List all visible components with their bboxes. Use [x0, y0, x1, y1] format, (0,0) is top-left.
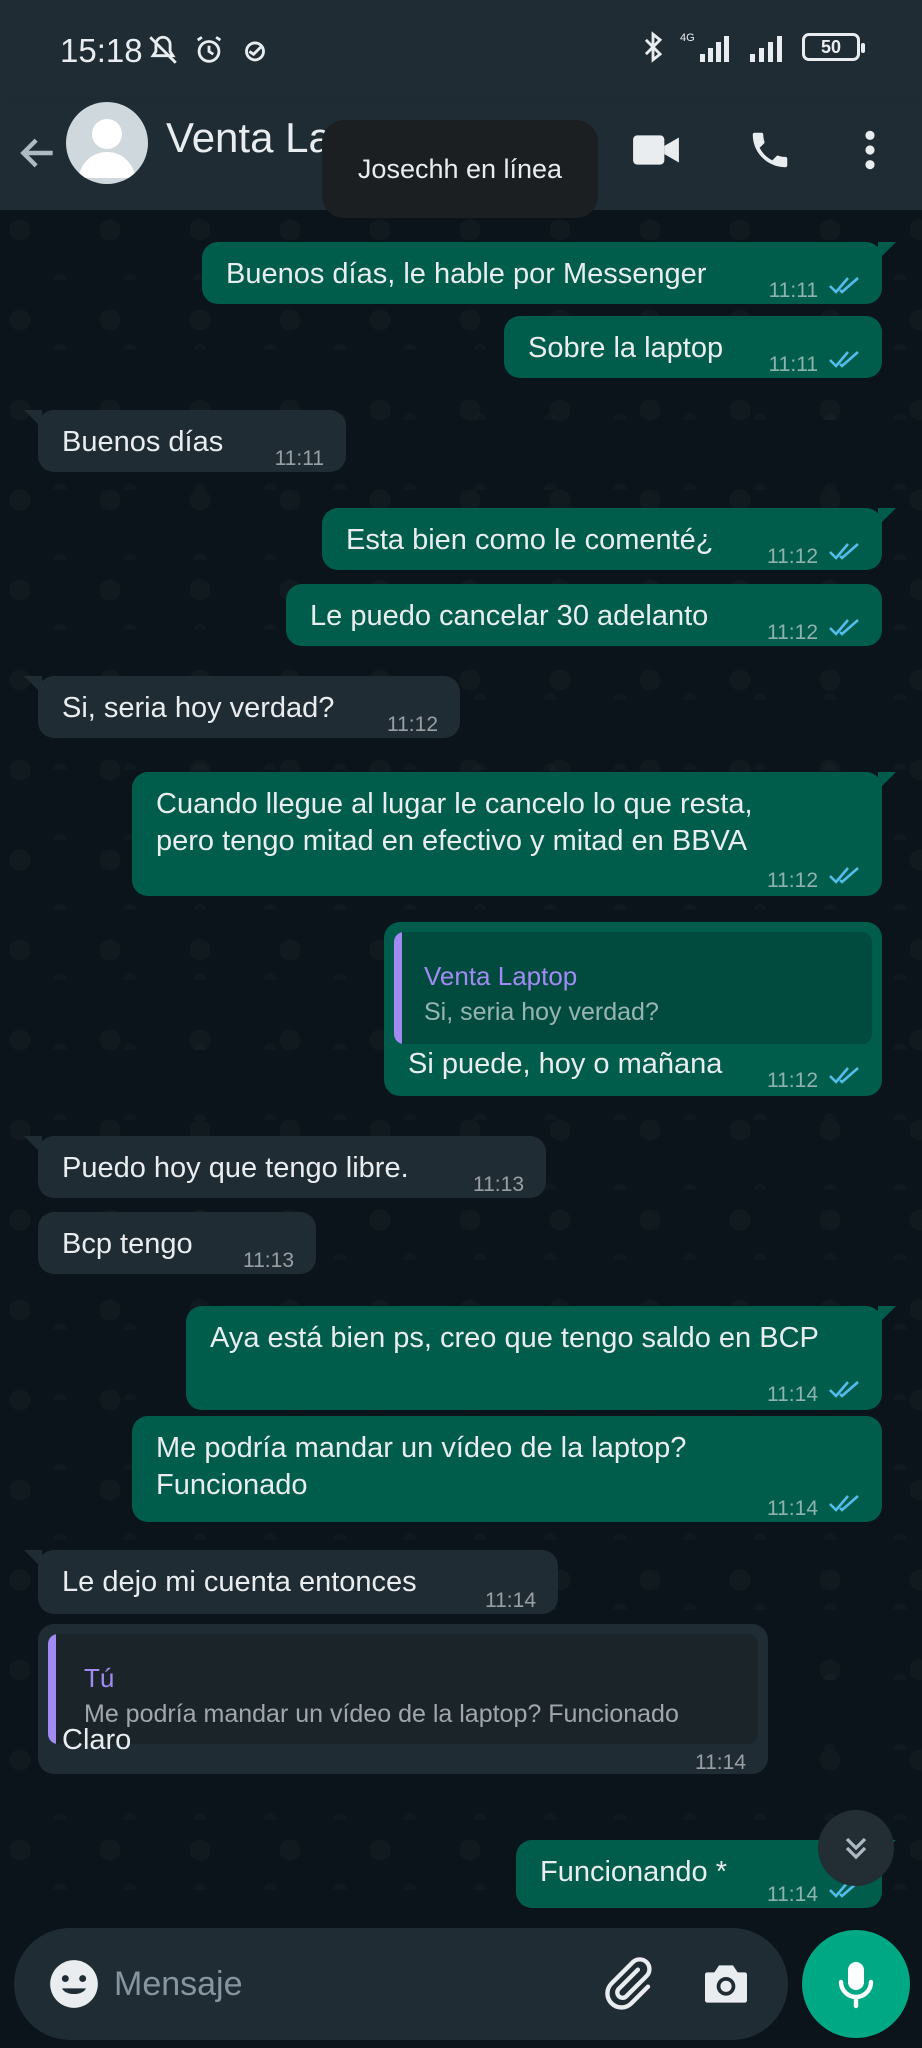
quoted-message[interactable]: Venta Laptop Si, seria hoy verdad? — [394, 932, 872, 1044]
read-ticks-icon — [829, 1495, 859, 1512]
bluetooth-icon — [644, 31, 663, 63]
chat-area[interactable]: Buenos días, le hable por Messenger 11:1… — [0, 210, 922, 1920]
message-outgoing-reply[interactable]: Venta Laptop Si, seria hoy verdad? Si pu… — [384, 922, 882, 1096]
message-time: 11:12 — [387, 713, 438, 736]
quote-author: Venta Laptop — [424, 961, 578, 991]
read-ticks-icon — [829, 277, 859, 294]
read-ticks-icon — [829, 351, 859, 368]
message-input[interactable] — [114, 1954, 594, 2014]
quote-text: Me podría mandar un vídeo de la laptop? … — [84, 1700, 679, 1728]
message-incoming[interactable]: Bcp tengo 11:13 — [38, 1212, 316, 1274]
read-ticks-icon — [829, 867, 859, 884]
avatar[interactable] — [66, 102, 148, 184]
message-incoming-reply[interactable]: Tú Me podría mandar un vídeo de la lapto… — [38, 1624, 768, 1774]
message-text: Cuando llegue al lugar le cancelo lo que… — [156, 788, 753, 857]
message-outgoing[interactable]: Sobre la laptop 11:11 — [504, 316, 882, 378]
message-incoming[interactable]: Buenos días 11:11 — [24, 410, 346, 472]
emoji-icon[interactable] — [48, 1958, 100, 2010]
message-time: 11:13 — [473, 1173, 524, 1196]
voice-call-button[interactable] — [742, 122, 798, 178]
message-time: 11:14 — [767, 1383, 818, 1406]
more-options-icon — [865, 130, 875, 170]
quote-author: Tú — [84, 1663, 115, 1693]
message-text: Claro — [62, 1724, 132, 1756]
message-outgoing[interactable]: Buenos días, le hable por Messenger 11:1… — [202, 242, 896, 304]
phone-icon — [752, 132, 788, 168]
status-time: 15:18 — [60, 32, 143, 69]
message-text: Aya está bien ps, creo que tengo saldo e… — [210, 1322, 819, 1354]
message-time: 11:12 — [767, 545, 818, 568]
read-ticks-icon — [829, 619, 859, 636]
composer-bar — [0, 1920, 922, 2048]
status-bar: 15:18 4G 50 — [0, 0, 922, 100]
message-text: Buenos días — [62, 426, 224, 458]
online-toast: Josechh en línea — [322, 120, 598, 218]
message-time: 11:12 — [767, 621, 818, 644]
message-text: Sobre la laptop — [528, 332, 724, 364]
message-time: 11:14 — [767, 1883, 818, 1906]
message-time: 11:11 — [768, 279, 818, 302]
signal-4g-icon: 4G — [680, 32, 729, 62]
message-text: Esta bien como le comenté¿ — [346, 524, 714, 556]
mic-icon — [838, 1962, 874, 2009]
more-options-button[interactable] — [842, 122, 898, 178]
read-ticks-icon — [829, 543, 859, 560]
message-time: 11:14 — [767, 1497, 818, 1520]
message-composer — [14, 1928, 788, 2040]
voice-record-button[interactable] — [802, 1930, 910, 2038]
message-time: 11:14 — [695, 1751, 746, 1774]
signal-icon — [750, 36, 782, 62]
battery-icon: 50 — [802, 33, 865, 61]
message-incoming[interactable]: Puedo hoy que tengo libre. 11:13 — [24, 1136, 546, 1198]
scroll-down-icon — [845, 1837, 867, 1860]
default-avatar-icon — [78, 119, 136, 178]
message-time: 11:13 — [243, 1249, 294, 1272]
read-ticks-icon — [829, 1067, 859, 1084]
chat-title[interactable]: Venta La — [166, 114, 326, 162]
message-time: 11:11 — [768, 353, 818, 376]
message-time: 11:12 — [767, 1069, 818, 1092]
muted-bell-icon — [149, 35, 177, 64]
message-text: Bcp tengo — [62, 1228, 193, 1260]
quoted-message[interactable]: Tú Me podría mandar un vídeo de la lapto… — [48, 1634, 758, 1744]
message-time: 11:12 — [767, 869, 818, 892]
back-arrow-icon[interactable] — [16, 128, 60, 178]
scroll-to-bottom-button[interactable] — [818, 1810, 894, 1886]
message-outgoing[interactable]: Me podría mandar un vídeo de la laptop? … — [132, 1416, 882, 1522]
alarm-icon — [196, 36, 222, 63]
svg-text:4G: 4G — [680, 32, 695, 44]
message-time: 11:14 — [485, 1589, 536, 1612]
read-ticks-icon — [829, 1381, 859, 1398]
quote-bar — [48, 1634, 56, 1744]
message-text: Le dejo mi cuenta entonces — [62, 1566, 417, 1598]
status-right-icons: 4G 50 — [636, 30, 865, 64]
message-outgoing[interactable]: Esta bien como le comenté¿ 11:12 — [322, 508, 896, 570]
quote-bar — [394, 932, 402, 1044]
message-text: Funcionando * — [540, 1856, 728, 1888]
quote-text: Si, seria hoy verdad? — [424, 998, 659, 1026]
message-text: Si, seria hoy verdad? — [62, 692, 335, 724]
vpn-icon — [245, 41, 265, 62]
attach-clip-icon[interactable] — [598, 1954, 656, 2012]
message-outgoing[interactable]: Le puedo cancelar 30 adelanto 11:12 — [286, 584, 882, 646]
message-incoming[interactable]: Le dejo mi cuenta entonces 11:14 — [24, 1550, 558, 1614]
message-text: Puedo hoy que tengo libre. — [62, 1152, 409, 1184]
video-call-button[interactable] — [628, 122, 684, 178]
video-call-icon — [633, 135, 679, 165]
message-text: Buenos días, le hable por Messenger — [226, 258, 707, 290]
message-outgoing[interactable]: Cuando llegue al lugar le cancelo lo que… — [132, 772, 896, 896]
message-text: Si puede, hoy o mañana — [408, 1048, 723, 1080]
message-text: Me podría mandar un vídeo de la laptop? … — [156, 1432, 687, 1501]
message-incoming[interactable]: Si, seria hoy verdad? 11:12 — [24, 676, 460, 738]
status-left-icons — [146, 33, 272, 67]
message-outgoing[interactable]: Aya está bien ps, creo que tengo saldo e… — [186, 1306, 896, 1410]
camera-icon[interactable] — [698, 1956, 754, 2012]
message-time: 11:11 — [274, 447, 324, 470]
message-text: Le puedo cancelar 30 adelanto — [310, 600, 709, 632]
